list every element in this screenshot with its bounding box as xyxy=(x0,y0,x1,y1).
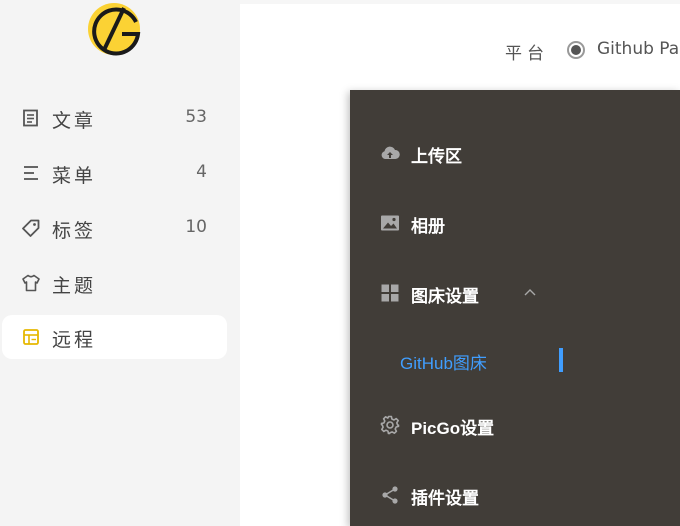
menu-item-label: 相册 xyxy=(411,217,445,236)
menu-item-label: 上传区 xyxy=(411,147,462,166)
menu-item-upload[interactable]: 上传区 xyxy=(350,128,680,178)
submenu-item-label: GitHub图床 xyxy=(400,354,487,373)
menu-item-label: 图床设置 xyxy=(411,287,479,306)
platform-radio[interactable] xyxy=(567,41,585,59)
grid-icon xyxy=(381,284,399,302)
menu-item-plugin-settings[interactable]: 插件设置 xyxy=(350,470,680,520)
platform-label: 平台 xyxy=(505,44,549,64)
image-icon xyxy=(381,215,399,231)
active-indicator xyxy=(559,348,563,372)
remote-icon xyxy=(23,329,39,345)
logo-icon xyxy=(88,3,141,56)
submenu-item-github-bed[interactable]: GitHub图床 xyxy=(350,335,680,385)
sidebar-item-label: 菜单 xyxy=(52,165,97,187)
sidebar-item-articles[interactable]: 文章 53 xyxy=(2,96,227,140)
sidebar-item-label: 主题 xyxy=(52,275,97,297)
sidebar-item-remote[interactable]: 远程 xyxy=(2,315,227,359)
chevron-up-icon[interactable] xyxy=(524,288,536,296)
top-divider xyxy=(240,0,680,4)
menu-item-label: PicGo设置 xyxy=(411,419,495,438)
sidebar-item-tags[interactable]: 标签 10 xyxy=(2,206,227,250)
menu-item-picgo-settings[interactable]: PicGo设置 xyxy=(350,400,680,450)
sidebar: 文章 53 菜单 4 标签 10 主题 远程 xyxy=(0,0,240,526)
logo[interactable] xyxy=(84,0,148,60)
sidebar-item-label: 远程 xyxy=(52,329,97,351)
platform-option-label[interactable]: Github Pa xyxy=(597,39,679,59)
menu-item-album[interactable]: 相册 xyxy=(350,198,680,248)
sidebar-item-menus[interactable]: 菜单 4 xyxy=(2,151,227,195)
sidebar-item-count: 10 xyxy=(185,217,207,237)
gear-icon xyxy=(380,415,400,435)
tag-icon xyxy=(22,219,40,237)
menu-lines-icon xyxy=(24,166,38,180)
document-icon xyxy=(23,109,38,127)
share-icon xyxy=(382,486,398,504)
sidebar-item-label: 文章 xyxy=(52,110,97,132)
cloud-upload-icon xyxy=(381,146,400,159)
sidebar-item-count: 53 xyxy=(185,107,207,127)
sidebar-item-label: 标签 xyxy=(52,220,97,242)
menu-item-label: 插件设置 xyxy=(411,489,479,508)
menu-item-bed-settings[interactable]: 图床设置 xyxy=(350,268,680,318)
shirt-icon xyxy=(22,274,40,292)
sidebar-item-themes[interactable]: 主题 xyxy=(2,261,227,305)
picgo-menu: 上传区 相册 图床设置 GitHub图床 PicGo设置 插件设置 xyxy=(350,90,680,526)
sidebar-item-count: 4 xyxy=(196,162,207,182)
